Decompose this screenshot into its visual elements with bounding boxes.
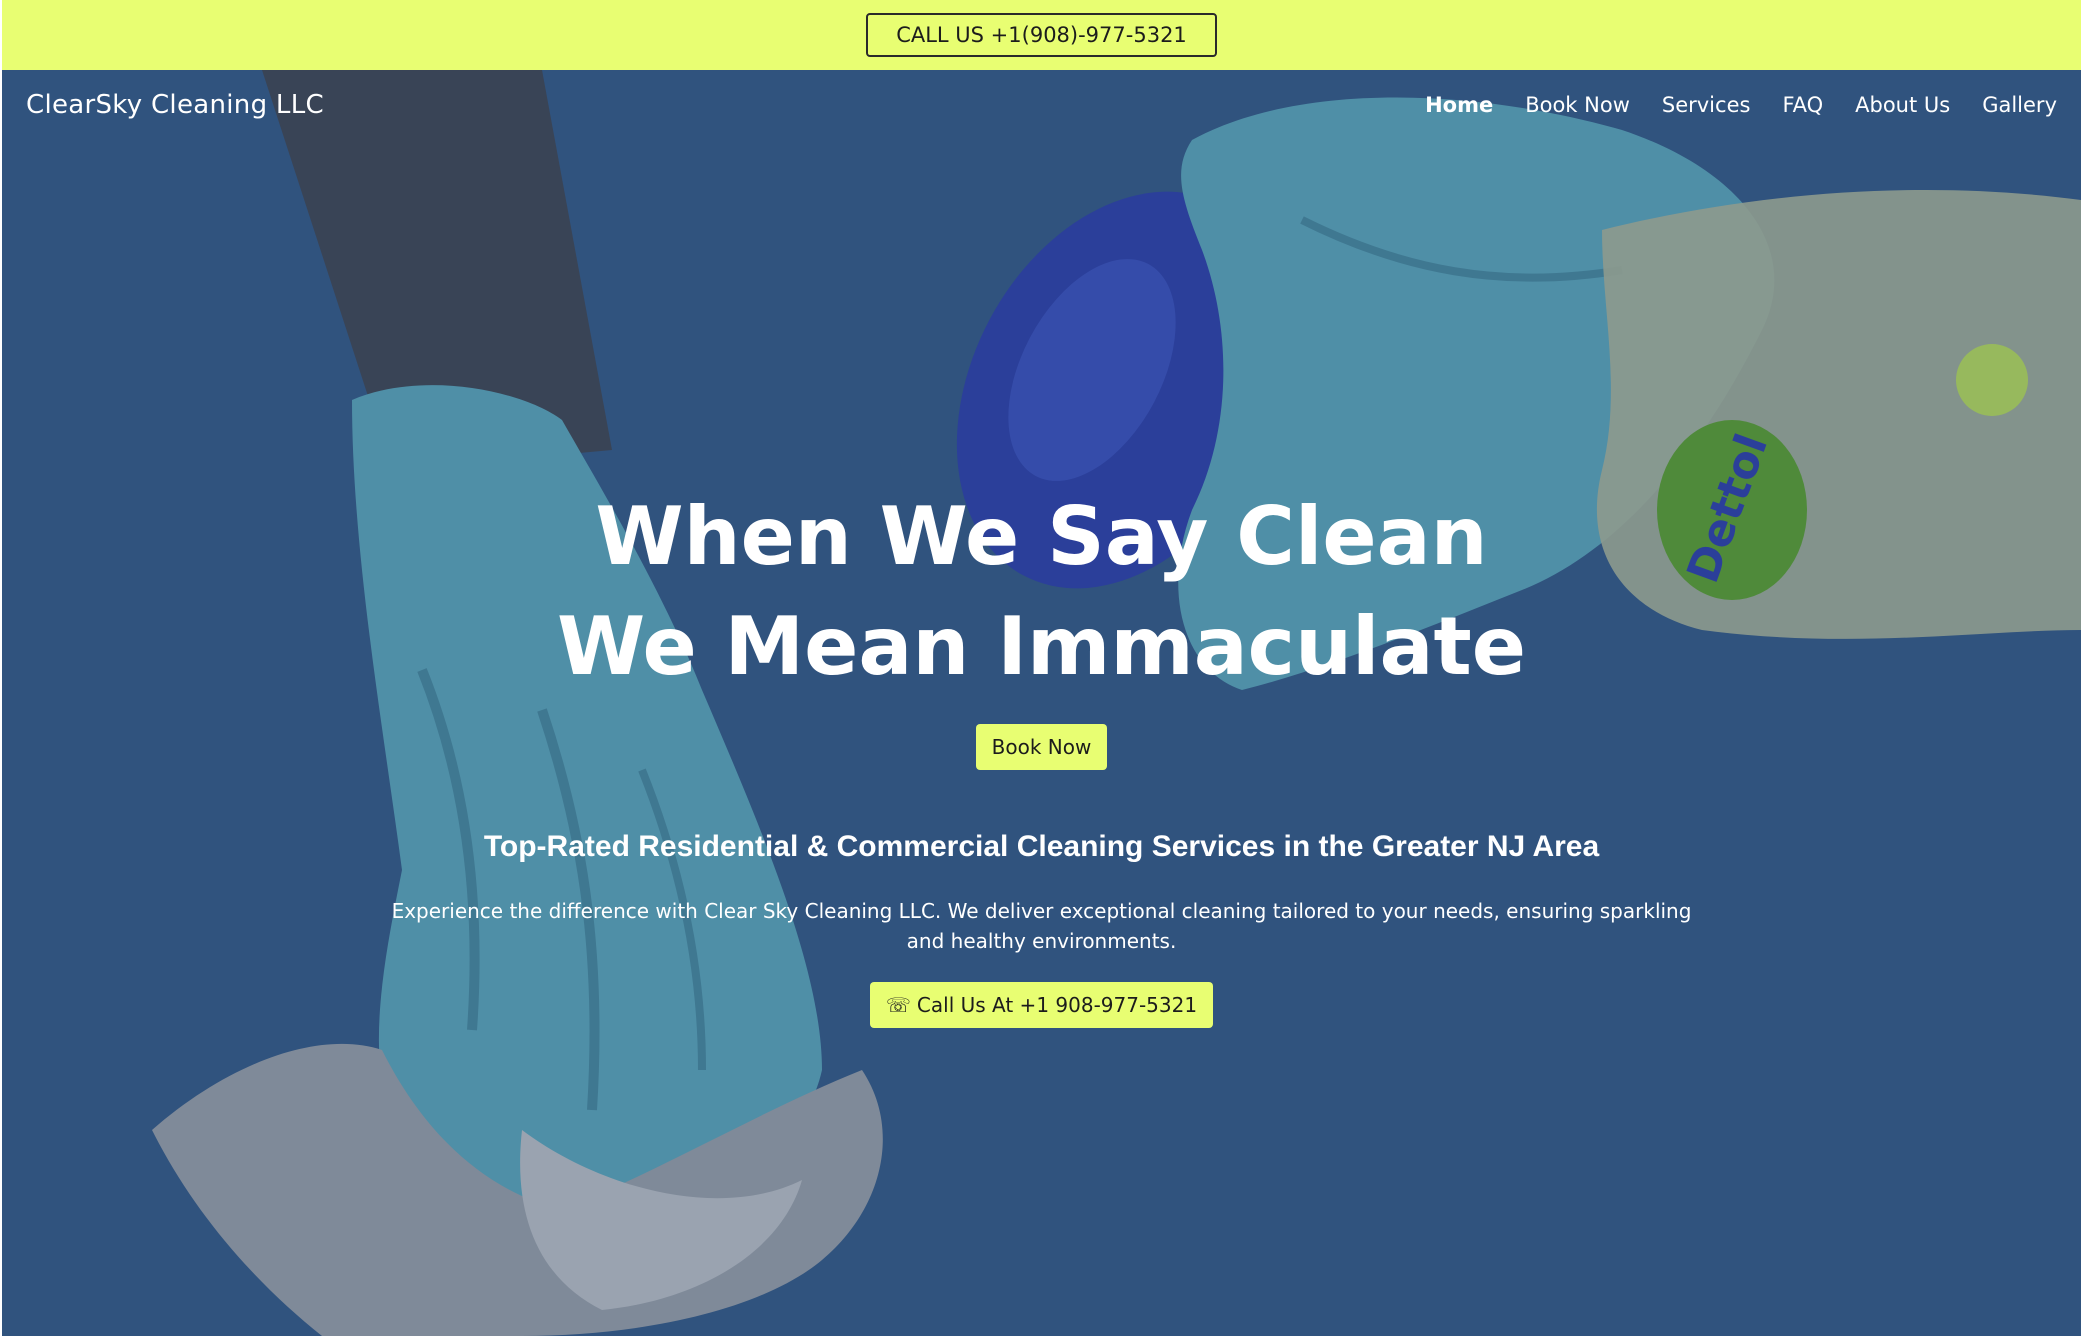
hero-background-image: Dettol xyxy=(152,70,2081,1336)
nav-services[interactable]: Services xyxy=(1662,93,1751,117)
hero-description: Experience the difference with Clear Sky… xyxy=(391,899,1692,953)
nav-book-now[interactable]: Book Now xyxy=(1525,93,1630,117)
call-us-button[interactable]: CALL US +1(908)-977-5321 xyxy=(866,13,1217,57)
main-nav: Home Book Now Services FAQ About Us Gall… xyxy=(1425,93,2057,117)
phone-icon: ☏ xyxy=(885,993,911,1017)
top-call-bar: CALL US +1(908)-977-5321 xyxy=(2,0,2081,70)
call-phone-label: Call Us At +1 908-977-5321 xyxy=(916,993,1198,1017)
nav-gallery[interactable]: Gallery xyxy=(1982,93,2057,117)
headline-line-2: We Mean Immaculate xyxy=(557,600,1526,693)
page: CALL US +1(908)-977-5321 Dettol ClearSky… xyxy=(2,0,2081,1336)
site-brand[interactable]: ClearSky Cleaning LLC xyxy=(26,90,324,120)
hero-headline: When We Say Clean We Mean Immaculate xyxy=(2,482,2081,702)
phone-button-wrap: ☏ Call Us At +1 908-977-5321 xyxy=(2,982,2081,1028)
nav-faq[interactable]: FAQ xyxy=(1782,93,1823,117)
hero-subheading: Top-Rated Residential & Commercial Clean… xyxy=(483,830,1600,863)
book-now-wrap: Book Now xyxy=(2,724,2081,770)
nav-about-us[interactable]: About Us xyxy=(1855,93,1950,117)
book-now-button[interactable]: Book Now xyxy=(975,724,1108,770)
headline-line-1: When We Say Clean xyxy=(595,490,1488,583)
call-phone-button[interactable]: ☏ Call Us At +1 908-977-5321 xyxy=(869,982,1214,1028)
navbar: ClearSky Cleaning LLC Home Book Now Serv… xyxy=(2,70,2081,140)
nav-home[interactable]: Home xyxy=(1425,93,1493,117)
hero-section: Dettol ClearSky Cleaning LLC Home Book N… xyxy=(2,70,2081,1336)
